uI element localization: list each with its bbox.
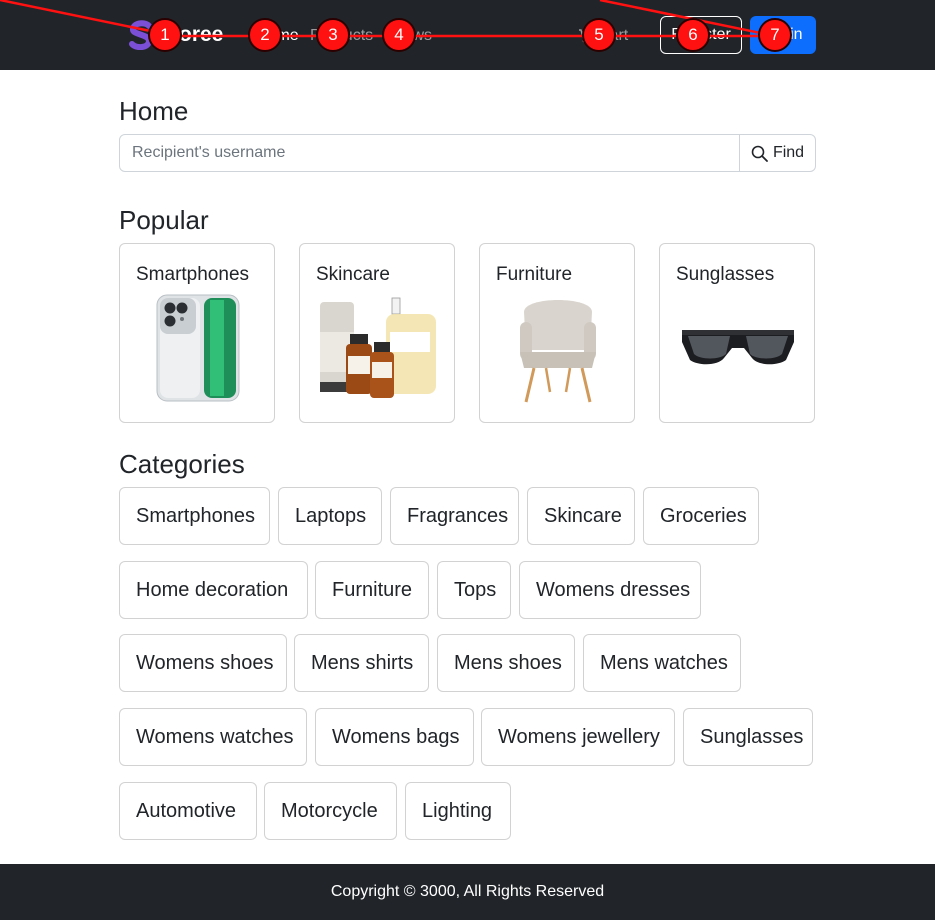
- popular-card-title: Sunglasses: [676, 264, 775, 285]
- categories-heading: Categories: [119, 449, 245, 479]
- popular-heading: Popular: [119, 205, 209, 235]
- category-mens-watches[interactable]: Mens watches: [583, 634, 741, 692]
- category-mens-shoes[interactable]: Mens shoes: [437, 634, 575, 692]
- find-button-label: Find: [772, 144, 805, 161]
- annotation-marker-4: 4: [382, 18, 416, 52]
- annotation-marker-6: 6: [676, 18, 710, 52]
- navbar: Storee Home Products News Cart Register …: [0, 0, 935, 70]
- category-skincare[interactable]: Skincare: [527, 487, 635, 545]
- category-womens-bags[interactable]: Womens bags: [315, 708, 474, 766]
- category-mens-shirts[interactable]: Mens shirts: [294, 634, 429, 692]
- smartphone-image: [156, 294, 240, 402]
- sunglasses-image: [682, 330, 794, 365]
- search-icon: [751, 145, 768, 162]
- category-smartphones[interactable]: Smartphones: [119, 487, 270, 545]
- category-automotive[interactable]: Automotive: [119, 782, 257, 840]
- category-womens-shoes[interactable]: Womens shoes: [119, 634, 287, 692]
- popular-card-title: Smartphones: [136, 264, 250, 285]
- category-laptops[interactable]: Laptops: [278, 487, 382, 545]
- popular-card-title: Skincare: [316, 264, 390, 285]
- category-lighting[interactable]: Lighting: [405, 782, 511, 840]
- popular-card-furniture[interactable]: Furniture: [479, 243, 635, 423]
- category-sunglasses[interactable]: Sunglasses: [683, 708, 813, 766]
- chair-image: [520, 300, 596, 403]
- footer-copyright: Copyright © 3000, All Rights Reserved: [330, 883, 605, 900]
- category-groceries[interactable]: Groceries: [643, 487, 759, 545]
- annotation-marker-7: 7: [758, 18, 792, 52]
- category-home-decoration[interactable]: Home decoration: [119, 561, 308, 619]
- footer: Copyright © 3000, All Rights Reserved: [0, 864, 935, 920]
- skincare-image: [320, 297, 436, 398]
- popular-card-title: Furniture: [496, 264, 573, 285]
- search-input[interactable]: [119, 134, 740, 172]
- annotation-marker-3: 3: [316, 18, 350, 52]
- find-button[interactable]: Find: [740, 134, 816, 172]
- home-heading: Home: [119, 96, 189, 126]
- category-tops[interactable]: Tops: [437, 561, 511, 619]
- category-furniture[interactable]: Furniture: [315, 561, 429, 619]
- category-motorcycle[interactable]: Motorcycle: [264, 782, 397, 840]
- popular-card-smartphones[interactable]: Smartphones: [119, 243, 275, 423]
- annotation-marker-2: 2: [248, 18, 282, 52]
- category-womens-jewellery[interactable]: Womens jewellery: [481, 708, 675, 766]
- category-fragrances[interactable]: Fragrances: [390, 487, 519, 545]
- category-womens-watches[interactable]: Womens watches: [119, 708, 307, 766]
- popular-card-sunglasses[interactable]: Sunglasses: [659, 243, 815, 423]
- search-group: Find: [119, 134, 816, 172]
- annotation-marker-5: 5: [582, 18, 616, 52]
- popular-card-skincare[interactable]: Skincare: [299, 243, 455, 423]
- category-womens-dresses[interactable]: Womens dresses: [519, 561, 701, 619]
- annotation-marker-1: 1: [148, 18, 182, 52]
